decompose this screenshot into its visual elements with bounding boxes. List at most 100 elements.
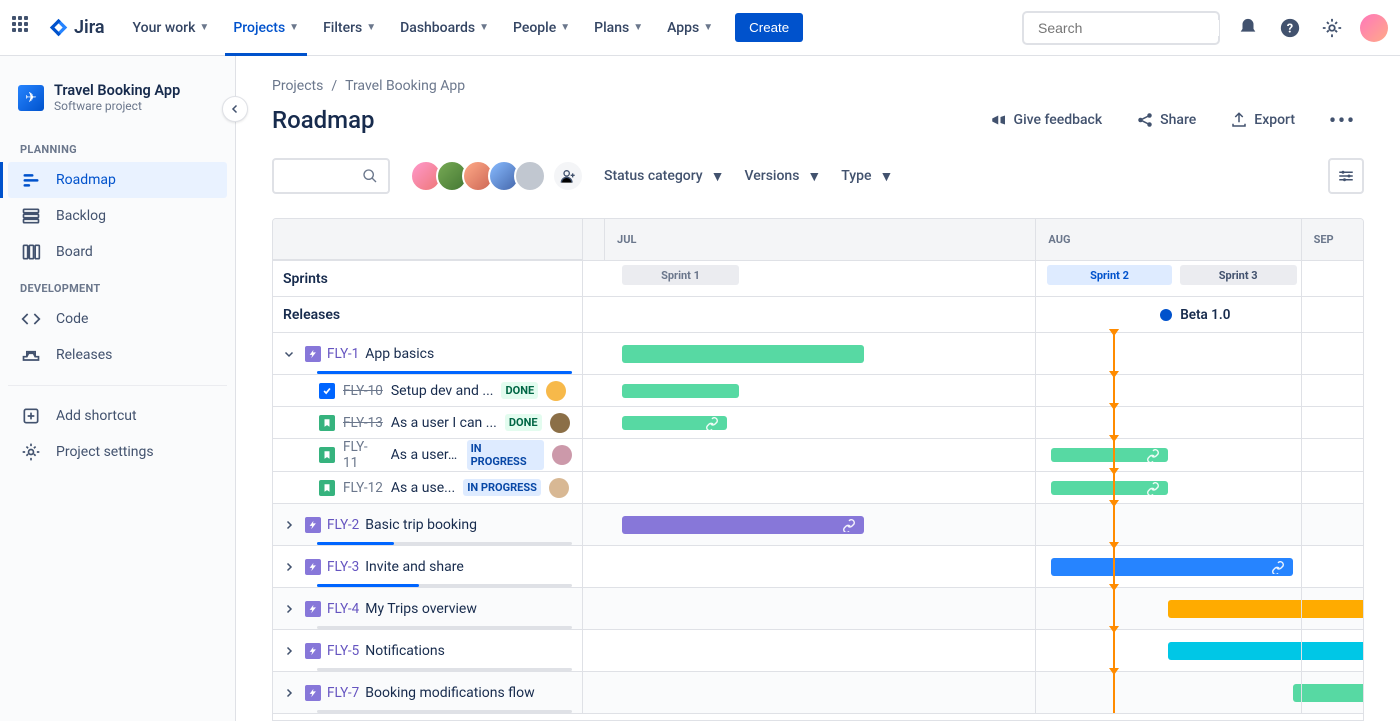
release-marker[interactable]: Beta 1.0 [1160, 307, 1230, 323]
timeline-bar[interactable] [1051, 481, 1168, 495]
timeline-bar[interactable] [622, 384, 739, 398]
nav-item-dashboards[interactable]: Dashboards ▼ [392, 16, 497, 40]
issue-key[interactable]: FLY-5 [327, 643, 359, 659]
nav-item-your-work[interactable]: Your work ▼ [125, 16, 218, 40]
issue-title[interactable]: As a use... [391, 480, 455, 496]
chevron-right-icon[interactable] [283, 645, 299, 657]
sidebar-item-roadmap[interactable]: Roadmap [8, 162, 227, 198]
sprint-bar[interactable]: Sprint 2 [1047, 265, 1172, 285]
timeline-bar[interactable] [1168, 600, 1364, 618]
breadcrumb-project[interactable]: Travel Booking App [345, 78, 465, 94]
chevron-down-icon: ▼ [199, 22, 209, 33]
issue-title[interactable]: Basic trip booking [365, 517, 477, 533]
timeline-bar[interactable] [622, 345, 864, 363]
share-button[interactable]: Share [1128, 105, 1204, 135]
sidebar-item-add-shortcut[interactable]: Add shortcut [8, 398, 227, 434]
nav-item-filters[interactable]: Filters ▼ [315, 16, 384, 40]
give-feedback-button[interactable]: Give feedback [982, 105, 1111, 135]
create-button[interactable]: Create [735, 13, 803, 42]
nav-items: Your work ▼ Projects ▼ Filters ▼ Dashboards… [125, 16, 722, 40]
sidebar-item-board[interactable]: Board [8, 234, 227, 270]
global-search[interactable] [1022, 11, 1220, 45]
breadcrumb-root[interactable]: Projects [272, 78, 323, 94]
story-icon [319, 447, 335, 463]
sidebar-item-backlog[interactable]: Backlog [8, 198, 227, 234]
chevron-right-icon[interactable] [283, 561, 299, 573]
link-icon [705, 416, 719, 430]
issue-key[interactable]: FLY-4 [327, 601, 359, 617]
versions-filter[interactable]: Versions ▼ [745, 168, 822, 185]
issue-title[interactable]: Invite and share [365, 559, 464, 575]
issue-title[interactable]: Setup dev and ... [391, 383, 494, 399]
assignee-avatar[interactable] [552, 445, 572, 465]
issue-key[interactable]: FLY-11 [343, 439, 383, 471]
timeline-bar[interactable] [1051, 448, 1168, 462]
chevron-right-icon[interactable] [283, 603, 299, 615]
export-button[interactable]: Export [1222, 105, 1303, 135]
issue-title[interactable]: My Trips overview [365, 601, 477, 617]
assignee-filter [410, 160, 584, 192]
chevron-right-icon[interactable] [283, 687, 299, 699]
chevron-right-icon[interactable] [283, 519, 299, 531]
project-subtitle: Software project [54, 99, 180, 113]
settings-icon[interactable] [1318, 14, 1346, 42]
nav-item-plans[interactable]: Plans ▼ [586, 16, 651, 40]
add-assignee-button[interactable] [552, 160, 584, 192]
issue-key[interactable]: FLY-13 [343, 415, 383, 431]
type-filter[interactable]: Type ▼ [841, 168, 893, 185]
avatar-unassigned[interactable] [514, 160, 546, 192]
releases-label: Releases [273, 297, 583, 332]
nav-item-apps[interactable]: Apps ▼ [659, 16, 721, 40]
jira-logo[interactable]: Jira [48, 17, 105, 39]
chevron-down-icon[interactable] [283, 348, 299, 360]
issue-title[interactable]: Notifications [365, 643, 445, 659]
issue-title[interactable]: App basics [365, 346, 434, 362]
issue-title[interactable]: Booking modifications flow [365, 685, 534, 701]
issue-key[interactable]: FLY-1 [327, 346, 359, 362]
profile-avatar[interactable] [1360, 14, 1388, 42]
issue-key[interactable]: FLY-7 [327, 685, 359, 701]
notifications-icon[interactable] [1234, 14, 1262, 42]
timeline-bar[interactable] [622, 416, 727, 430]
link-icon [842, 518, 856, 532]
issue-key[interactable]: FLY-3 [327, 559, 359, 575]
issue-key[interactable]: FLY-2 [327, 517, 359, 533]
roadmap-icon [20, 170, 42, 190]
month-label: JUL [604, 219, 869, 260]
nav-item-people[interactable]: People ▼ [505, 16, 578, 40]
assignee-avatar[interactable] [549, 478, 569, 498]
issue-key[interactable]: FLY-12 [343, 480, 383, 496]
issue-title[interactable]: As a user I can ... [391, 415, 497, 431]
timeline-bar[interactable] [1168, 642, 1364, 660]
sidebar-item-releases[interactable]: Releases [8, 337, 227, 373]
sidebar: ✈ Travel Booking App Software project PL… [0, 56, 236, 721]
sidebar-item-project-settings[interactable]: Project settings [8, 434, 227, 470]
sidebar-collapse-button[interactable] [222, 96, 248, 122]
nav-item-projects[interactable]: Projects ▼ [225, 16, 307, 40]
story-icon [319, 480, 335, 496]
filter-search-input[interactable] [272, 158, 390, 194]
app-switcher-icon[interactable] [12, 16, 36, 40]
issue-title[interactable]: As a user... [391, 447, 459, 463]
search-input[interactable] [1038, 20, 1219, 36]
progress-bar [317, 668, 572, 671]
sidebar-item-code[interactable]: Code [8, 301, 227, 337]
assignee-avatar[interactable] [550, 413, 570, 433]
assignee-avatar[interactable] [546, 381, 566, 401]
epic-icon [305, 559, 321, 575]
epic-icon [305, 517, 321, 533]
sprint-bar[interactable]: Sprint 3 [1180, 265, 1297, 285]
sprint-bar[interactable]: Sprint 1 [622, 265, 739, 285]
filter-row: Status category ▼ Versions ▼ Type ▼ [272, 158, 1364, 194]
status-badge: IN PROGRESS [463, 479, 541, 496]
issue-key[interactable]: FLY-10 [343, 383, 383, 399]
timeline-bar[interactable] [1293, 684, 1364, 702]
timeline-bar[interactable] [622, 516, 864, 534]
status-category-filter[interactable]: Status category ▼ [604, 168, 725, 185]
help-icon[interactable]: ? [1276, 14, 1304, 42]
timeline-bar[interactable] [1051, 558, 1293, 576]
link-icon [1146, 448, 1160, 462]
project-header[interactable]: ✈ Travel Booking App Software project [8, 76, 227, 119]
view-settings-button[interactable] [1328, 158, 1364, 194]
more-actions-button[interactable]: ••• [1321, 102, 1364, 138]
